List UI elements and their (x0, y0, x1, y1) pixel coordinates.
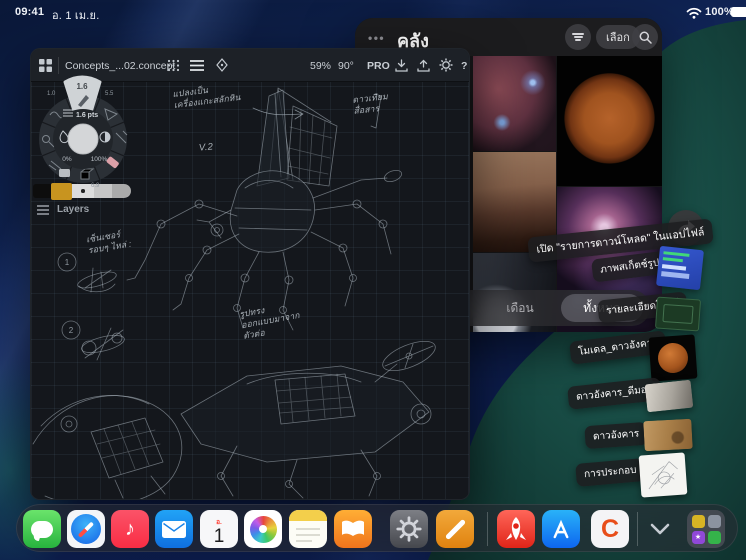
pen-nib-icon[interactable] (215, 58, 229, 73)
photo-mars-globe[interactable] (557, 56, 662, 186)
filter-icon (572, 32, 584, 43)
mech-bottom-sketch (181, 335, 439, 498)
safari-compass-icon (71, 514, 101, 544)
dock-app-music[interactable]: ♪ (111, 510, 149, 548)
recent-app-tile-star: ★ (692, 531, 705, 544)
calendar-weekday: อ. (216, 517, 222, 527)
tab-months[interactable]: เดือน (485, 290, 555, 326)
recent-app-tile (708, 515, 721, 528)
tool-wheel[interactable]: 1.6 1.0 5.5 6.9 1.6 pts 0% 100% (30, 71, 143, 203)
rocket-icon (501, 514, 531, 544)
settings-gear-icon[interactable] (439, 58, 453, 72)
search-button[interactable] (632, 24, 658, 50)
ipad-screen: { "status_bar": { "time": "09:41", "date… (0, 0, 746, 560)
mech-top-sketch (127, 88, 403, 330)
ring-size-medium: 5.5 (105, 91, 114, 97)
file-thumb-deimos[interactable] (645, 380, 694, 413)
recent-app-tile (692, 515, 705, 528)
dock-app-appstore[interactable] (542, 510, 580, 548)
status-date: อ. 1 เม.ย. (52, 6, 99, 24)
status-time: 09:41 (15, 6, 44, 18)
appstore-icon (546, 514, 576, 544)
dock-recents-group[interactable]: ★ (687, 510, 725, 548)
battery-icon (731, 7, 746, 17)
layers-label: Layers (57, 204, 89, 215)
dock-app-calendar[interactable]: อ. 1 (200, 510, 238, 548)
zoom-level[interactable]: 59% (310, 49, 331, 82)
dock-app-sketch-pen[interactable] (436, 510, 474, 548)
pen-icon (444, 518, 465, 539)
messages-bubble-icon (31, 521, 53, 538)
battery-percent: 100% (705, 6, 734, 18)
ring-size-small: 1.0 (47, 91, 56, 97)
dock-divider (487, 512, 488, 546)
music-note-icon: ♪ (125, 519, 135, 539)
settings-gears-icon (395, 515, 423, 543)
ring-size-large: 6.9 (91, 183, 100, 189)
dock-app-concepts[interactable]: C (591, 510, 629, 548)
rotation-value[interactable]: 90° (338, 49, 354, 82)
import-icon[interactable] (395, 59, 408, 72)
annotation-satellite: ดาวเทียม สื่อสาร (352, 91, 390, 117)
file-thumb-mars-model[interactable] (649, 334, 698, 381)
books-icon (340, 518, 366, 540)
recents-grid: ★ (692, 515, 721, 544)
selected-tool-size: 1.6 (76, 82, 88, 91)
dock-app-messages[interactable] (23, 510, 61, 548)
color-puck[interactable] (68, 124, 98, 154)
file-label[interactable]: ดาวอังคาร (584, 422, 648, 449)
thumbnail-sketches: 1 2 (58, 253, 126, 360)
dock: ♪ อ. 1 (16, 504, 738, 552)
opacity-max: 100% (91, 156, 108, 163)
layers-button[interactable]: Layers (37, 204, 89, 215)
file-thumb-mars[interactable] (643, 419, 693, 451)
layers-icon (37, 205, 49, 215)
pro-badge[interactable]: PRO (367, 49, 390, 82)
svg-text:2: 2 (69, 326, 74, 335)
multitasking-dots[interactable]: ••• (368, 31, 385, 45)
photos-flower-icon (250, 516, 277, 543)
svg-text:1: 1 (65, 258, 70, 267)
help-button[interactable]: ? (461, 49, 467, 82)
calendar-day: 1 (214, 527, 225, 546)
search-icon (639, 31, 652, 44)
concepts-c-icon: C (601, 517, 619, 542)
dock-app-settings[interactable] (390, 510, 428, 548)
concepts-window: 1 2 (30, 48, 470, 500)
file-thumb-sticker[interactable] (656, 246, 704, 290)
dock-app-photos[interactable] (244, 510, 282, 548)
precision-grid-icon[interactable] (167, 59, 180, 72)
dock-app-safari[interactable] (67, 510, 105, 548)
annotation-version: V.2 (198, 141, 213, 155)
mail-envelope-icon (162, 521, 186, 538)
dock-app-mail[interactable] (155, 510, 193, 548)
stroke-size-label: 1.6 pts (76, 112, 98, 119)
dock-collapse-chevron[interactable] (649, 521, 671, 537)
recent-app-tile (708, 531, 721, 544)
dock-app-books[interactable] (334, 510, 372, 548)
mech-partial-sketch (33, 395, 182, 500)
file-thumb-assembly[interactable] (639, 452, 688, 497)
filter-button[interactable] (565, 24, 591, 50)
opacity-min: 0% (62, 156, 72, 163)
photo-horsehead-nebula[interactable] (473, 56, 556, 151)
wifi-icon (686, 7, 702, 19)
export-icon[interactable] (417, 59, 430, 72)
file-thumb-logo[interactable] (655, 297, 701, 332)
dock-app-notes[interactable] (289, 510, 327, 548)
palette-card-icon (59, 169, 70, 177)
dock-app-rocket[interactable] (497, 510, 535, 548)
dock-divider (637, 512, 638, 546)
menu-stack-icon[interactable] (190, 60, 204, 71)
notes-band (289, 510, 327, 521)
